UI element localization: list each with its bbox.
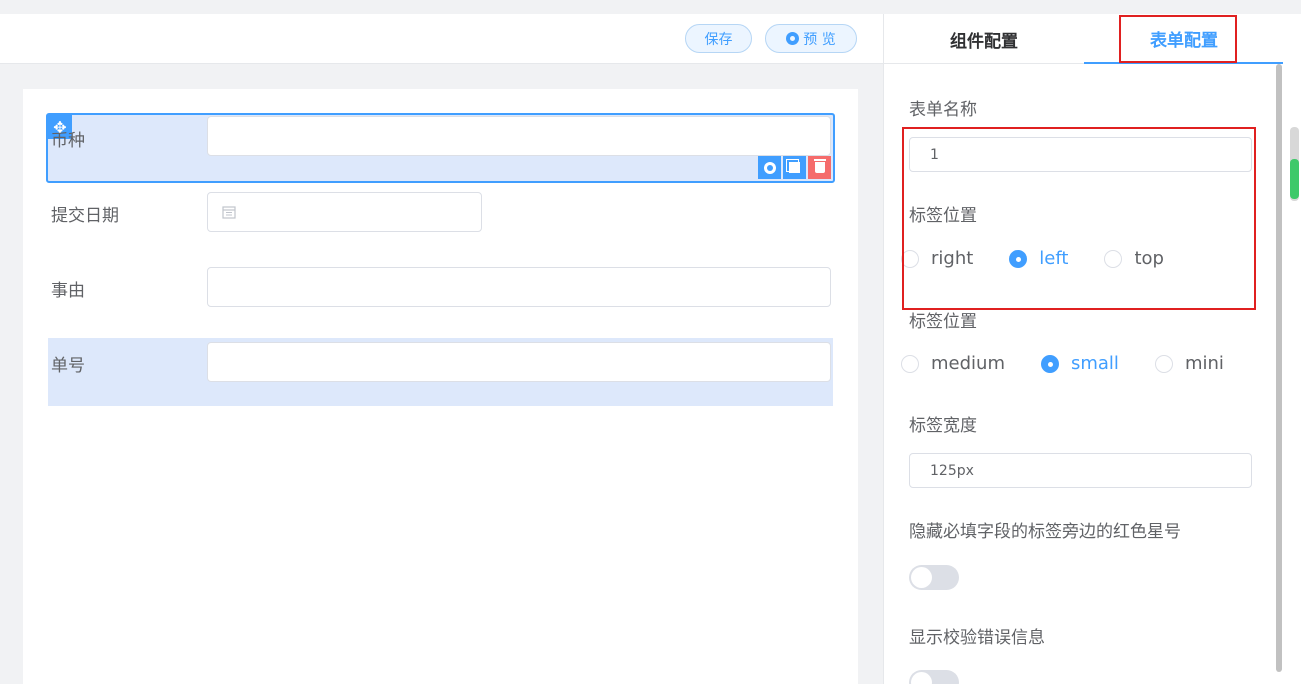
delete-icon[interactable]	[808, 156, 831, 179]
radio-label: mini	[1184, 353, 1224, 374]
show-error-toggle[interactable]	[909, 670, 959, 684]
field-label: 币种	[51, 131, 85, 151]
page-scrollbar[interactable]	[1290, 127, 1299, 201]
form-item-reason[interactable]: 事由	[48, 267, 833, 309]
label-width-value: 125px	[930, 462, 974, 479]
form-item-submit-date[interactable]: 提交日期	[48, 192, 833, 234]
radio-left[interactable]: left	[1009, 248, 1068, 269]
config-panel: 组件配置 表单配置 表单名称 1 标签位置 right left top 标签位…	[883, 14, 1284, 684]
radio-label: medium	[931, 353, 1005, 374]
eye-icon	[786, 32, 800, 45]
number-input[interactable]	[207, 342, 831, 382]
hide-required-label: 隐藏必填字段的标签旁边的红色星号	[909, 522, 1181, 542]
hide-required-toggle[interactable]	[909, 565, 959, 590]
radio-label: right	[931, 248, 974, 269]
show-error-label: 显示校验错误信息	[909, 628, 1045, 648]
preview-button-label: 预 览	[803, 31, 836, 48]
tab-component-config[interactable]: 组件配置	[884, 14, 1084, 64]
config-tabs: 组件配置 表单配置	[884, 14, 1284, 64]
add-icon[interactable]	[758, 156, 781, 179]
currency-input[interactable]	[207, 116, 831, 156]
radio-label: small	[1070, 353, 1119, 374]
form-item-currency[interactable]: ✥ 币种	[46, 113, 835, 183]
radio-label: top	[1134, 248, 1164, 269]
label-width-label: 标签宽度	[909, 416, 977, 436]
field-label: 事由	[51, 281, 85, 301]
copy-icon[interactable]	[783, 156, 806, 179]
radio-medium[interactable]: medium	[901, 353, 1005, 374]
form-name-value: 1	[930, 146, 939, 163]
radio-right[interactable]: right	[901, 248, 973, 269]
form-name-input[interactable]: 1	[909, 137, 1252, 172]
save-button[interactable]: 保存	[685, 24, 752, 53]
size-group: medium small mini	[901, 353, 1224, 374]
reason-input[interactable]	[207, 267, 831, 307]
scroll-track	[1283, 14, 1301, 684]
label-position-group: right left top	[901, 248, 1164, 269]
field-label: 单号	[51, 356, 85, 376]
label-position-label: 标签位置	[909, 206, 977, 226]
top-strip	[0, 0, 1301, 14]
item-actions	[758, 156, 831, 179]
date-input[interactable]	[207, 192, 482, 232]
radio-small[interactable]: small	[1040, 353, 1119, 374]
radio-label: left	[1039, 248, 1069, 269]
panel-scrollbar[interactable]	[1276, 64, 1282, 672]
radio-mini[interactable]: mini	[1154, 353, 1224, 374]
size-label: 标签位置	[909, 312, 977, 332]
designer-toolbar: 保存 预 览	[0, 14, 883, 64]
tab-form-config[interactable]: 表单配置	[1084, 14, 1284, 64]
preview-button[interactable]: 预 览	[765, 24, 857, 53]
radio-top[interactable]: top	[1104, 248, 1164, 269]
save-button-label: 保存	[704, 31, 733, 48]
form-item-number[interactable]: 单号	[48, 338, 833, 406]
calendar-icon	[222, 206, 236, 219]
field-label: 提交日期	[51, 206, 119, 226]
form-name-label: 表单名称	[909, 100, 977, 120]
label-width-input[interactable]: 125px	[909, 453, 1252, 488]
